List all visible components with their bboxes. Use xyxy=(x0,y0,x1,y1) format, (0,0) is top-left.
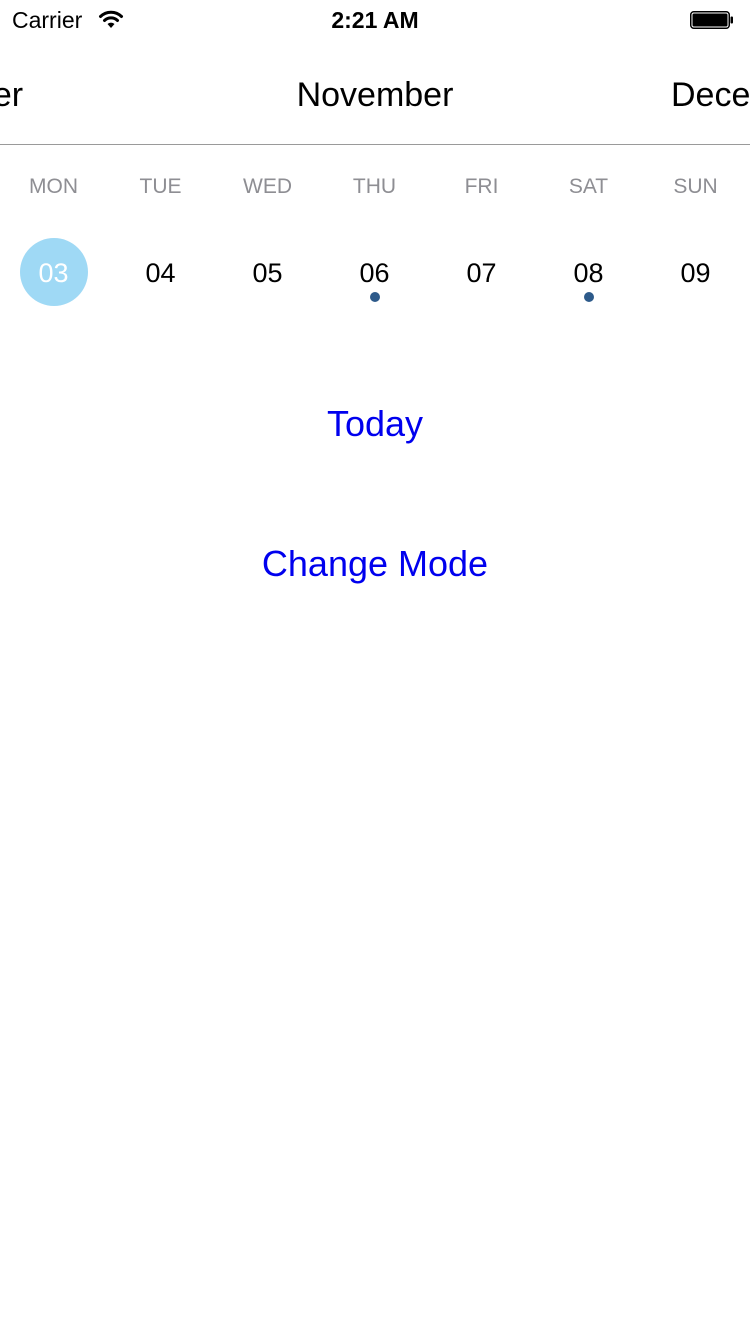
month-divider xyxy=(0,144,750,145)
current-month-label: November xyxy=(296,76,454,114)
weekday-sun: SUN xyxy=(673,175,718,198)
day-number: 06 xyxy=(359,258,390,288)
weekday-fri: FRI xyxy=(464,175,499,198)
day-cell[interactable]: 05 xyxy=(214,238,321,306)
event-dot xyxy=(584,292,594,302)
day-cell[interactable]: 06 xyxy=(321,238,428,306)
day-number: 09 xyxy=(680,258,711,288)
day-cell[interactable]: 08 xyxy=(535,238,642,306)
day-number: 05 xyxy=(252,258,283,288)
today-button[interactable]: Today xyxy=(0,402,750,446)
day-cell[interactable]: 04 xyxy=(107,238,214,306)
weekday-mon: MON xyxy=(29,175,78,198)
day-cell[interactable]: 03 xyxy=(0,238,107,306)
day-cell[interactable]: 07 xyxy=(428,238,535,306)
event-dot xyxy=(370,292,380,302)
battery-icon xyxy=(690,11,733,29)
status-time: 2:21 AM xyxy=(331,7,419,33)
day-number: 08 xyxy=(573,258,604,288)
change-mode-button[interactable]: Change Mode xyxy=(0,542,750,586)
next-month-label[interactable]: Dece xyxy=(671,75,750,115)
day-cell[interactable]: 09 xyxy=(642,238,749,306)
day-number: 04 xyxy=(145,258,176,288)
weekday-thu: THU xyxy=(352,175,397,198)
weekday-tue: TUE xyxy=(139,175,182,198)
weekday-sat: SAT xyxy=(568,175,609,198)
month-scroller[interactable]: ober November Dece xyxy=(0,60,750,144)
status-bar: Carrier 2:21 AM xyxy=(0,0,750,40)
day-number: 03 xyxy=(38,258,69,288)
day-number: 07 xyxy=(466,258,497,288)
weekday-wed: WED xyxy=(243,175,292,198)
